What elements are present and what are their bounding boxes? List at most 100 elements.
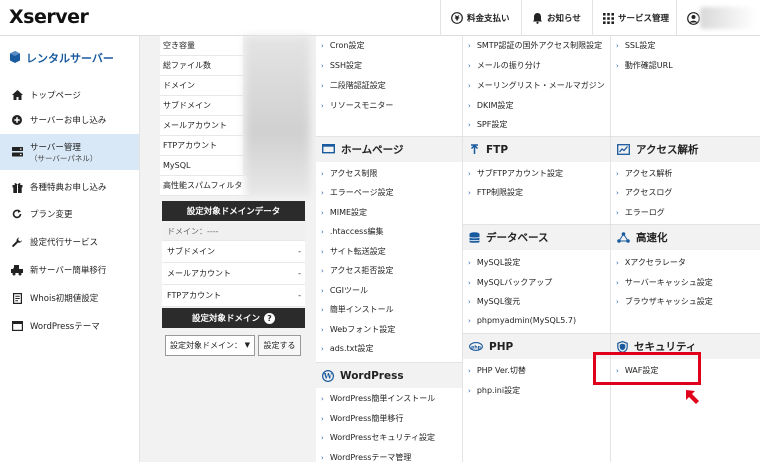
menu-link[interactable]: › 動作確認URL [616,60,673,71]
ftp-icon [469,144,480,155]
menu-link[interactable]: › WordPressセキュリティ設定 [321,432,435,443]
wrench-icon [10,237,24,248]
payment-button[interactable]: ¥ 料金支払い [440,0,520,36]
link-label: SPF設定 [476,120,508,129]
section-ftp: FTP [463,136,610,162]
menu-link[interactable]: › CGIツール [321,285,368,296]
link-label: エラーログ [624,208,665,217]
sidebar-item-whois[interactable]: Whois初期値設定 [0,287,139,309]
sidebar-item-migration[interactable]: 新サーバー簡単移行 [0,259,139,281]
sidebar-item-order[interactable]: サーバーお申し込み [0,109,139,131]
document-icon [10,292,24,304]
link-label: WordPressテーマ管理 [329,453,412,462]
sidebar-item-top[interactable]: トップページ [0,84,139,106]
stat-row: MySQL [160,156,243,176]
menu-link[interactable]: › アクセスログ [616,187,672,198]
menu-link[interactable]: › アクセス制限 [321,168,377,179]
menu-link-2fa[interactable]: › 二段階認証設定 [321,80,386,91]
menu-link[interactable]: › メーリングリスト・メールマガジン [468,80,605,91]
section-wordpress: W WordPress [316,362,462,388]
menu-link[interactable]: › SMTP認証の国外アクセス制限設定 [468,40,602,51]
help-icon[interactable]: ? [264,312,275,324]
menu-link[interactable]: › MySQLバックアップ [468,277,552,288]
xserver-logo[interactable]: Xserver [9,6,89,28]
chevron-right-icon: › [321,414,324,423]
sidebar-item-plan-change[interactable]: プラン変更 [0,203,139,225]
sidebar-item-benefits[interactable]: 各種特典お申し込み [0,176,139,198]
menu-link[interactable]: › MySQL設定 [468,257,520,268]
chevron-right-icon: › [321,81,324,90]
yen-icon: ¥ [451,12,463,24]
menu-link[interactable]: › サイト転送設定 [321,246,386,257]
menu-link[interactable]: › Webフォント設定 [321,324,395,335]
menu-link[interactable]: › SPF設定 [468,119,507,130]
stat-row: サブドメイン [160,96,243,116]
menu-link[interactable]: › php.ini設定 [468,385,520,396]
link-label: phpmyadmin(MySQL5.7) [476,316,577,325]
menu-link[interactable]: › エラーログ [616,207,665,218]
menu-link-ssh[interactable]: › SSH設定 [321,60,362,71]
table-row: メールアカウント - [162,263,305,285]
menu-link[interactable]: › アクセス拒否設定 [321,265,393,276]
row-label: サブドメイン [167,247,215,256]
link-label: サーバーキャッシュ設定 [624,278,713,287]
menu-link[interactable]: › ads.txt設定 [321,343,374,354]
chevron-right-icon: › [321,433,324,442]
menu-link[interactable]: › PHP Ver.切替 [468,365,526,376]
menu-link-resource[interactable]: › リソースモニター [321,100,393,111]
menu-link[interactable]: › FTP制限設定 [468,187,523,198]
menu-link[interactable]: › phpmyadmin(MySQL5.7) [468,316,576,325]
stat-row: ドメイン [160,76,243,96]
menu-link[interactable]: › WordPress簡単移行 [321,413,403,424]
menu-link-cron[interactable]: › Cron設定 [321,40,364,51]
chevron-right-icon: › [616,208,619,217]
link-label: WordPressセキュリティ設定 [329,433,435,442]
notice-button[interactable]: お知らせ [521,0,591,36]
chevron-right-icon: › [321,227,324,236]
menu-link[interactable]: › サーバーキャッシュ設定 [616,277,713,288]
section-speed: 高速化 [611,224,760,250]
target-domain-data-table: ドメイン：---- サブドメイン - メールアカウント - FTPアカウント - [162,223,305,307]
window-icon [10,321,24,331]
chevron-right-icon: › [468,120,471,129]
sidebar-item-setup-service[interactable]: 設定代行サービス [0,231,139,253]
menu-link[interactable]: › サブFTPアカウント設定 [468,168,563,179]
sidebar-item-wp-theme[interactable]: WordPressテーマ [0,315,139,337]
chevron-right-icon: › [468,101,471,110]
menu-link[interactable]: › SSL設定 [616,40,655,51]
stat-row: 総ファイル数 [160,56,243,76]
menu-link[interactable]: › WordPressテーマ管理 [321,452,411,462]
menu-link[interactable]: › 簡単インストール [321,304,394,315]
menu-link[interactable]: › アクセス解析 [616,168,672,179]
set-domain-button[interactable]: 設定する [258,335,301,356]
chevron-right-icon: › [616,61,619,70]
sidebar-item-server-panel[interactable]: サーバー管理 （サーバーパネル） [0,134,139,170]
chevron-right-icon: › [616,278,619,287]
target-domain-select[interactable]: 設定対象ドメイン： ▼ [165,335,255,356]
menu-link[interactable]: › MySQL復元 [468,296,520,307]
link-label: WordPress簡単移行 [329,414,404,423]
menu-link[interactable]: › メールの振り分け [468,60,541,71]
link-label: メーリングリスト・メールマガジン [476,81,605,90]
menu-link[interactable]: › ブラウザキャッシュ設定 [616,296,713,307]
home-icon [10,90,24,100]
chevron-right-icon: › [468,386,471,395]
chevron-right-icon: › [321,266,324,275]
section-title: データベース [486,232,549,244]
menu-link[interactable]: › DKIM設定 [468,100,513,111]
menu-link[interactable]: › Xアクセラレータ [616,257,686,268]
sidebar-title[interactable]: レンタルサーバー [10,50,114,66]
link-label: MySQL設定 [476,258,521,267]
link-label: アクセスログ [624,188,673,197]
sidebar-item-label: 設定代行サービス [30,238,99,248]
menu-link[interactable]: › エラーページ設定 [321,187,394,198]
menu-link[interactable]: › WordPress簡単インストール [321,393,435,404]
link-label: 二段階認証設定 [329,81,386,90]
menu-link[interactable]: › .htaccess編集 [321,226,384,237]
link-label: Webフォント設定 [329,325,396,334]
target-domain-header-label: 設定対象ドメイン [191,314,260,324]
php-icon: php [469,342,483,351]
menu-link[interactable]: › MIME設定 [321,207,367,218]
chevron-right-icon: › [468,258,471,267]
service-button[interactable]: サービス管理 [592,0,679,36]
